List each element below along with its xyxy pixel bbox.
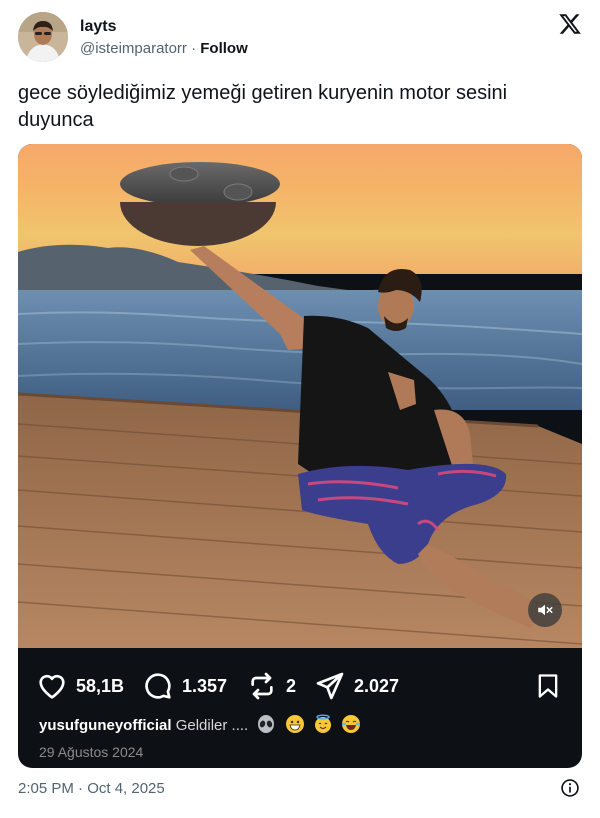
comment-button[interactable]: 1.357 (142, 670, 227, 702)
repost-button[interactable]: 2 (246, 670, 296, 702)
video-frame[interactable] (18, 144, 582, 648)
bookmark-button[interactable] (534, 670, 562, 707)
comment-count: 1.357 (182, 675, 228, 696)
info-icon[interactable] (560, 778, 580, 798)
volume-mute-icon (538, 604, 553, 616)
tweet-header: layts @isteimparatorr · Follow (18, 12, 584, 68)
repost-count: 2 (286, 675, 297, 696)
author-handle[interactable]: @isteimparatorr (80, 40, 187, 57)
grin-emoji (285, 714, 305, 734)
like-count: 58,1B (76, 675, 125, 696)
laughing-tears-emoji (341, 714, 361, 734)
media-caption: yusufguneyofficial Geldiler .... (39, 714, 361, 734)
follow-button[interactable]: Follow (200, 40, 248, 57)
media-actions-bar: 58,1B 1.357 2 2.027 (18, 648, 582, 716)
comment-bubble-icon (145, 673, 171, 699)
heart-icon (39, 674, 65, 699)
like-button[interactable]: 58,1B (36, 670, 124, 702)
tweet-timestamp[interactable]: 2:05 PM · Oct 4, 2025 (18, 780, 165, 797)
author-name[interactable]: layts (80, 18, 116, 36)
alien-emoji (256, 714, 276, 734)
bookmark-icon (538, 674, 558, 698)
volume-mute-button[interactable] (528, 593, 562, 627)
media-post-date: 29 Ağustos 2024 (39, 744, 144, 760)
avatar[interactable] (18, 12, 68, 62)
media-card: 58,1B 1.357 2 2.027 yusufguneyofficial G… (18, 144, 582, 768)
caption-username[interactable]: yusufguneyofficial (39, 717, 172, 734)
send-icon (316, 672, 344, 700)
caption-text: Geldiler .... (175, 717, 249, 734)
halo-emoji (313, 714, 333, 734)
share-count: 2.027 (354, 675, 400, 696)
tweet-text: gece söylediğimiz yemeği getiren kuryeni… (18, 82, 508, 131)
x-logo-icon[interactable] (558, 12, 584, 38)
repost-icon (251, 672, 273, 700)
author-handle-row: @isteimparatorr · Follow (80, 40, 248, 57)
separator: · (191, 40, 197, 57)
share-button[interactable]: 2.027 (314, 670, 399, 702)
